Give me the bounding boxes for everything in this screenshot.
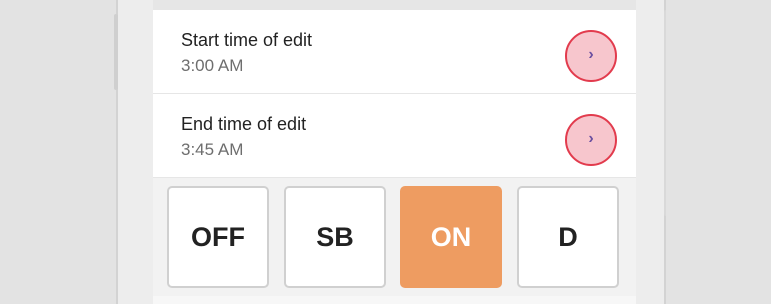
status-on-button[interactable]: ON bbox=[400, 186, 502, 288]
chevron-right-icon: › bbox=[588, 130, 594, 147]
end-time-label: End time of edit bbox=[181, 114, 307, 134]
duty-status-selector: OFF SB ON D bbox=[153, 178, 636, 304]
screen-bottom-edge bbox=[153, 296, 636, 304]
screen-top-edge bbox=[153, 0, 636, 10]
status-d-button[interactable]: D bbox=[517, 186, 619, 288]
end-time-button[interactable]: › bbox=[565, 114, 617, 166]
status-sb-button[interactable]: SB bbox=[284, 186, 386, 288]
background-right bbox=[666, 0, 771, 304]
device-side-button-left bbox=[114, 14, 118, 90]
start-time-label: Start time of edit bbox=[181, 30, 313, 50]
start-time-value: 3:00 AM bbox=[181, 56, 244, 75]
background-left bbox=[0, 0, 116, 304]
end-time-row[interactable]: End time of edit 3:45 AM › bbox=[153, 94, 636, 178]
status-off-button[interactable]: OFF bbox=[167, 186, 269, 288]
device-frame-right bbox=[636, 0, 666, 304]
end-time-value: 3:45 AM bbox=[181, 140, 244, 159]
edit-event-screen: Start time of edit 3:00 AM › End time of… bbox=[153, 10, 636, 304]
device-frame-left bbox=[116, 0, 153, 304]
chevron-right-icon: › bbox=[588, 46, 594, 63]
app-stage: Start time of edit 3:00 AM › End time of… bbox=[0, 0, 771, 304]
start-time-button[interactable]: › bbox=[565, 30, 617, 82]
start-time-row[interactable]: Start time of edit 3:00 AM › bbox=[153, 10, 636, 94]
